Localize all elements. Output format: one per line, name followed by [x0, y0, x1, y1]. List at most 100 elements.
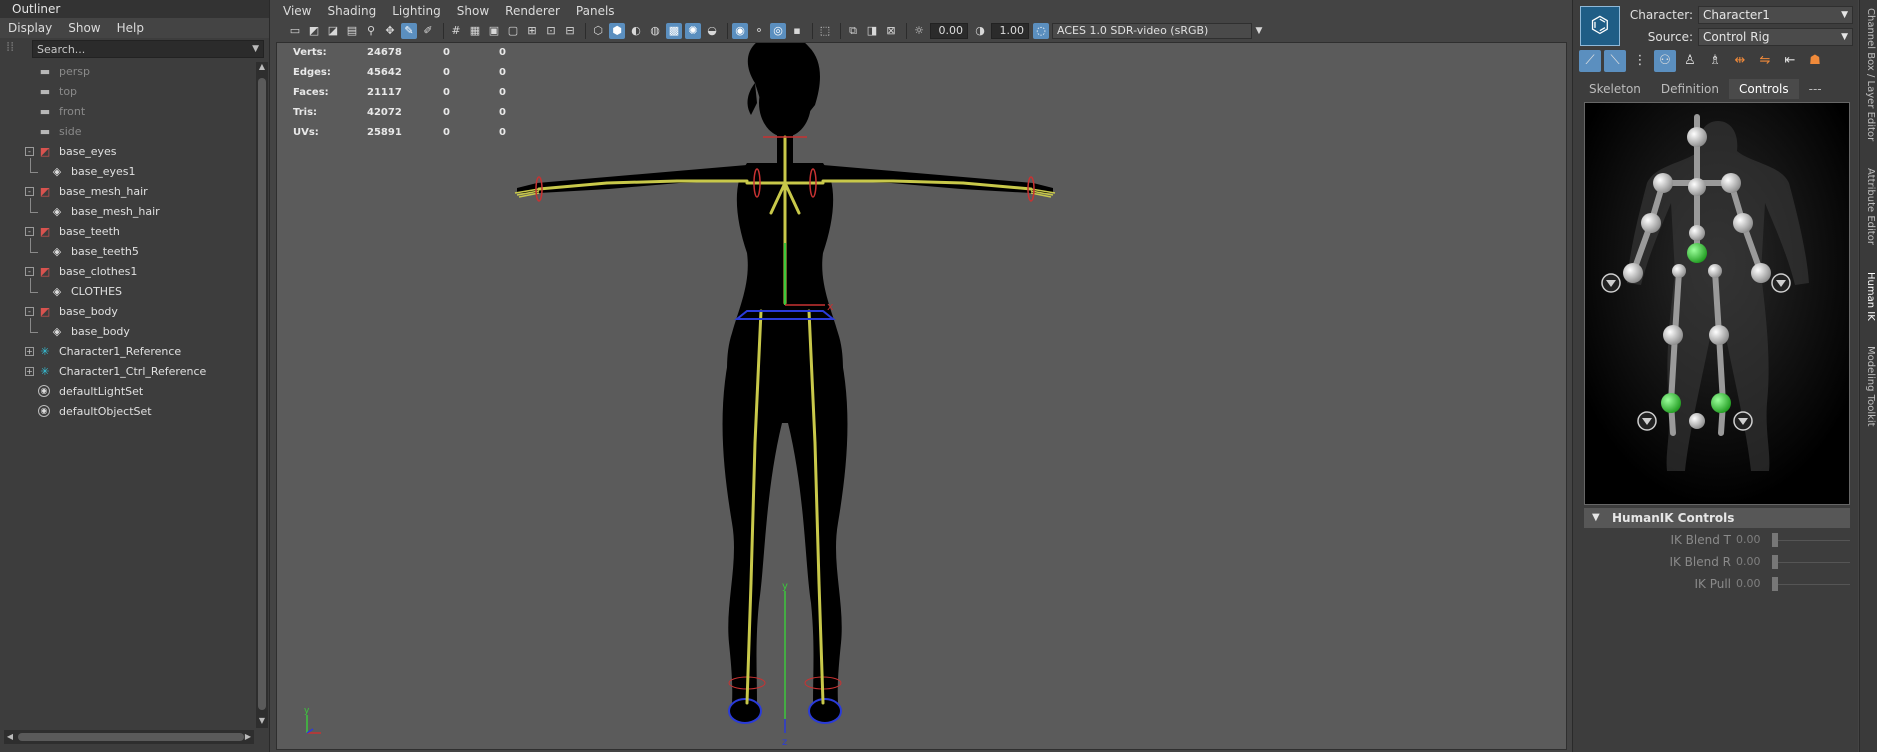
- wireframe-icon[interactable]: ⬡: [590, 23, 606, 39]
- tab-more[interactable]: ---: [1799, 79, 1832, 99]
- rig-spine-node[interactable]: [1689, 225, 1705, 241]
- humanik-rig-diagram[interactable]: [1585, 103, 1850, 505]
- pin-icon[interactable]: ⚲: [363, 23, 379, 39]
- humanik-logo-icon[interactable]: ⌬: [1580, 6, 1620, 46]
- outliner-vertical-scrollbar[interactable]: ▲ ▼: [256, 62, 268, 728]
- expand-icon[interactable]: +: [25, 347, 34, 356]
- rig-left-hip-node[interactable]: [1672, 264, 1686, 278]
- ik-blend-r-slider-track[interactable]: [1772, 562, 1850, 563]
- pin-all-icon[interactable]: ☗: [1804, 50, 1826, 72]
- menu-help[interactable]: Help: [109, 18, 152, 38]
- menu-shading[interactable]: Shading: [319, 0, 384, 22]
- hud-icon[interactable]: ⊠: [883, 23, 899, 39]
- menu-renderer[interactable]: Renderer: [497, 0, 568, 22]
- pin-translate-icon[interactable]: ⇋: [1754, 50, 1776, 72]
- collapse-icon[interactable]: -: [25, 227, 34, 236]
- ik-blend-t-slider-handle[interactable]: [1772, 533, 1778, 547]
- outliner-item[interactable]: ◈ base_mesh_hair: [0, 198, 255, 222]
- humanik-control-stage[interactable]: [1584, 102, 1850, 505]
- ik-pull-value[interactable]: 0.00: [1736, 574, 1761, 594]
- outliner-item[interactable]: - ◩ base_clothes1: [0, 262, 255, 282]
- collapse-icon[interactable]: -: [25, 307, 34, 316]
- bookmark-icon[interactable]: ◪: [325, 23, 341, 39]
- image-plane-icon[interactable]: ▤: [344, 23, 360, 39]
- side-tab-human-ik[interactable]: Human IK: [1862, 272, 1876, 321]
- outliner-item[interactable]: ◉ defaultLightSet: [0, 382, 255, 402]
- exposure-icon[interactable]: ☼: [911, 23, 927, 39]
- outliner-item[interactable]: - ◩ base_mesh_hair: [0, 182, 255, 202]
- rig-right-hip-node[interactable]: [1708, 264, 1722, 278]
- depth-of-field-icon[interactable]: ◨: [864, 23, 880, 39]
- full-body-icon[interactable]: ⚇: [1654, 50, 1676, 72]
- tab-skeleton[interactable]: Skeleton: [1579, 79, 1651, 99]
- scroll-left-icon[interactable]: ◀: [4, 730, 16, 744]
- rig-hips-effector[interactable]: [1687, 243, 1707, 263]
- menu-display[interactable]: Display: [0, 18, 60, 38]
- scroll-up-icon[interactable]: ▲: [256, 62, 268, 74]
- outliner-item[interactable]: ▬ front: [0, 102, 255, 122]
- scroll-down-icon[interactable]: ▼: [256, 716, 268, 728]
- select-camera-icon[interactable]: ▭: [287, 23, 303, 39]
- motion-blur-icon[interactable]: ▪: [789, 23, 805, 39]
- menu-show[interactable]: Show: [60, 18, 108, 38]
- menu-view[interactable]: View: [275, 0, 319, 22]
- xray-icon[interactable]: ◉: [732, 23, 748, 39]
- ik-blend-r-value[interactable]: 0.00: [1736, 552, 1761, 572]
- outliner-item[interactable]: ◉ defaultObjectSet: [0, 402, 255, 422]
- scroll-right-icon[interactable]: ▶: [242, 730, 254, 744]
- tab-controls[interactable]: Controls: [1729, 79, 1799, 99]
- outliner-item[interactable]: - ◩ base_body: [0, 302, 255, 322]
- rig-left-knee-node[interactable]: [1663, 325, 1683, 345]
- shadows-icon[interactable]: ◒: [704, 23, 720, 39]
- resolution-gate-icon[interactable]: ▣: [486, 23, 502, 39]
- grease-pencil-icon[interactable]: ✎: [401, 23, 417, 39]
- rig-left-shoulder-node[interactable]: [1653, 173, 1673, 193]
- chevron-down-icon[interactable]: ▼: [1252, 23, 1266, 39]
- textured-icon[interactable]: ▩: [666, 23, 682, 39]
- side-tab-attribute-editor[interactable]: Attribute Editor: [1862, 168, 1876, 245]
- collapse-icon[interactable]: -: [25, 267, 34, 276]
- outliner-item[interactable]: ◈ base_teeth5: [0, 238, 255, 262]
- menu-panels[interactable]: Panels: [568, 0, 623, 22]
- pin-rotate-icon[interactable]: ⇤: [1779, 50, 1801, 72]
- select-pivot-icon[interactable]: ⟍: [1604, 50, 1626, 72]
- ik-blend-t-value[interactable]: 0.00: [1736, 530, 1761, 550]
- rig-reference-node[interactable]: [1689, 413, 1705, 429]
- source-dropdown[interactable]: Control Rig ▼: [1698, 28, 1853, 46]
- search-dropdown-icon[interactable]: ▼: [252, 44, 259, 54]
- ambient-occlusion-icon[interactable]: ◎: [770, 23, 786, 39]
- body-part-icon[interactable]: ⋮: [1629, 50, 1651, 72]
- humanik-controls-section-header[interactable]: ▼ HumanIK Controls: [1584, 508, 1850, 528]
- rig-left-wrist-node[interactable]: [1623, 263, 1643, 283]
- character-dropdown[interactable]: Character1 ▼: [1698, 6, 1853, 24]
- outliner-item[interactable]: ▬ persp: [0, 62, 255, 82]
- smooth-shade-icon[interactable]: ⬢: [609, 23, 625, 39]
- camera-attributes-icon[interactable]: ◩: [306, 23, 322, 39]
- film-gate-icon[interactable]: ▦: [467, 23, 483, 39]
- rig-right-elbow-node[interactable]: [1733, 213, 1753, 233]
- character-figure[interactable]: x y z: [277, 43, 1567, 750]
- collapse-icon[interactable]: -: [25, 187, 34, 196]
- drag-grip-icon[interactable]: ⁞⁞: [6, 40, 24, 58]
- rig-chest-node[interactable]: [1688, 178, 1706, 196]
- outliner-item[interactable]: - ◩ base_teeth: [0, 222, 255, 242]
- rig-left-elbow-node[interactable]: [1641, 213, 1661, 233]
- field-chart-icon[interactable]: ⊞: [524, 23, 540, 39]
- side-tab-channel-box[interactable]: Channel Box / Layer Editor: [1862, 8, 1876, 141]
- 2d-pan-zoom-icon[interactable]: ✥: [382, 23, 398, 39]
- tab-definition[interactable]: Definition: [1651, 79, 1729, 99]
- side-tab-modeling-toolkit[interactable]: Modeling Toolkit: [1862, 346, 1876, 427]
- isolate-select-icon[interactable]: ⬚: [817, 23, 833, 39]
- menu-lighting[interactable]: Lighting: [384, 0, 449, 22]
- outliner-item[interactable]: + ✳ Character1_Ctrl_Reference: [0, 362, 255, 382]
- outliner-item[interactable]: + ✳ Character1_Reference: [0, 342, 255, 362]
- select-effector-icon[interactable]: ⟋: [1579, 50, 1601, 72]
- lights-icon[interactable]: ✺: [685, 23, 701, 39]
- ik-blend-t-slider-track[interactable]: [1772, 540, 1850, 541]
- rig-right-shoulder-node[interactable]: [1721, 173, 1741, 193]
- outliner-search-input[interactable]: Search... ▼: [32, 40, 264, 58]
- menu-show-viewport[interactable]: Show: [449, 0, 497, 22]
- expand-icon[interactable]: +: [25, 367, 34, 376]
- stance-pose-icon[interactable]: ♙: [1679, 50, 1701, 72]
- outliner-horizontal-scrollbar[interactable]: ◀ ▶: [4, 730, 254, 744]
